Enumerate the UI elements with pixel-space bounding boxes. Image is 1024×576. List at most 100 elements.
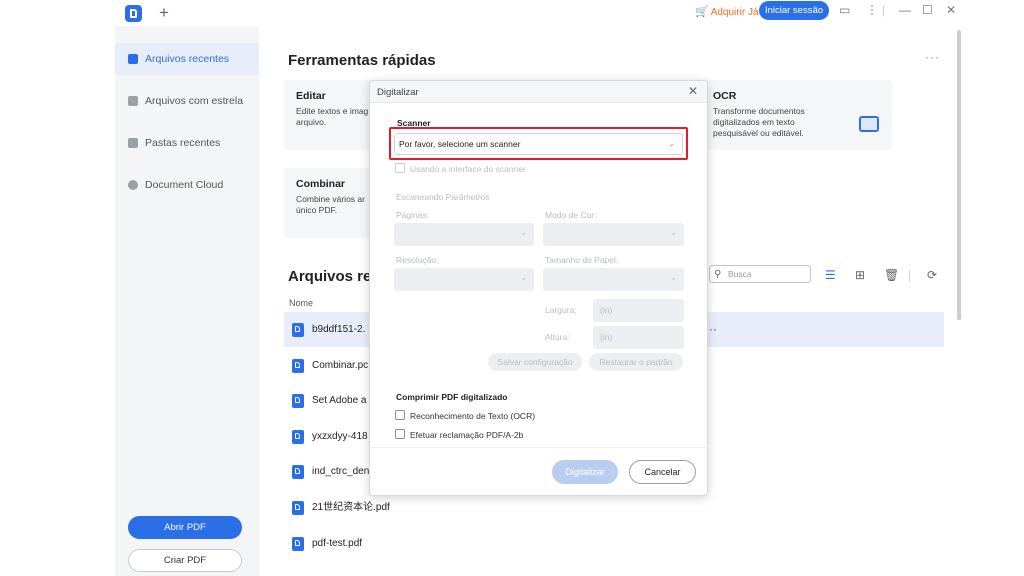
delete-icon[interactable]: 🗑 [884,268,899,282]
chat-icon[interactable]: ▭ [839,3,850,17]
tool-desc: Edite textos e imag arquivo. [296,106,369,127]
width-input[interactable]: (in) [593,299,684,322]
pdf-file-icon [292,501,304,515]
tool-card-combine[interactable]: Combinar Combine vários ar único PDF. [284,168,374,238]
login-button[interactable]: Iniciar sessão [759,1,829,20]
file-name: ind_ctrc_den [312,466,370,477]
titlebar-divider: | [882,3,886,17]
chevron-down-icon: ⌄ [520,273,527,282]
height-unit: (in) [600,332,613,342]
recent-files-title: Arquivos rec [288,268,380,285]
folder-icon [128,138,138,148]
app-logo-icon [125,5,142,22]
width-label: Largura: [545,305,577,315]
toolbar-divider: | [908,268,912,282]
pdf-file-icon [292,394,304,408]
grid-view-icon[interactable]: ⊞ [855,268,865,282]
tool-title: OCR [713,90,737,102]
cloud-icon [128,180,138,190]
search-placeholder: Busca [728,269,752,279]
pdf-file-icon [292,323,304,337]
cart-icon: 🛒 [695,6,709,18]
color-mode-label: Modo de Cor: [545,210,597,220]
file-name: Combinar.pc [312,360,369,371]
tool-desc: Combine vários ar único PDF. [296,194,365,215]
ocr-option-label: Reconhecimento de Texto (OCR) [410,411,536,421]
star-icon [128,96,138,106]
list-item[interactable]: pdf-test.pdf [292,534,362,554]
sidebar-item-starred[interactable]: Arquivos com estrela [115,85,259,117]
sidebar-item-label: Document Cloud [145,179,224,191]
open-pdf-button[interactable]: Abrir PDF [128,516,242,539]
file-name: b9ddf151-2. [312,324,366,335]
scanner-interface-label: Usando a interface do scanner [410,164,526,174]
pages-select[interactable]: ⌄ [394,223,534,246]
chevron-down-icon: ⌄ [670,273,677,282]
resolution-label: Resolução: [396,255,439,265]
sidebar-item-label: Pastas recentes [145,137,221,149]
title-bar: + 🛒 Adquirir Já Iniciar sessão ▭ ⋮ | — ☐ … [115,0,967,26]
pdf-file-icon [292,537,304,551]
sidebar-item-label: Arquivos recentes [145,53,230,65]
file-name: pdf-test.pdf [312,538,363,549]
chevron-down-icon: ⌄ [520,228,527,237]
maximize-icon[interactable]: ☐ [922,3,933,17]
sidebar-item-label: Arquivos com estrela [145,95,244,107]
dialog-divider [370,447,707,448]
sidebar-item-recent-files[interactable]: Arquivos recentes [115,43,259,75]
more-icon[interactable]: ⋮ [866,3,878,17]
scan-dialog: Digitalizar ✕ Scanner Por favor, selecio… [369,80,708,496]
scan-button[interactable]: Digitalizar [552,460,618,484]
quick-tools-title: Ferramentas rápidas [288,52,436,69]
paper-size-select[interactable]: ⌄ [543,268,684,291]
highlight-box [389,127,688,160]
save-config-button[interactable]: Salvar configuração [488,353,582,371]
create-pdf-button[interactable]: Criar PDF [128,549,242,572]
chevron-down-icon: ⌄ [670,228,677,237]
buy-link[interactable]: 🛒 Adquirir Já [695,5,759,18]
refresh-icon[interactable]: ⟳ [927,268,937,282]
main-scrollbar[interactable] [957,30,961,320]
scanner-interface-checkbox[interactable] [395,163,405,173]
sidebar-item-recent-folders[interactable]: Pastas recentes [115,127,259,159]
tool-title: Combinar [296,178,346,190]
list-item[interactable]: ind_ctrc_den [292,462,369,482]
dialog-header: Digitalizar ✕ [370,81,707,103]
new-tab-icon[interactable]: + [159,3,169,23]
list-view-icon[interactable]: ☰ [825,268,836,282]
search-icon: ⚲ [714,269,722,280]
sidebar: Arquivos recentes Arquivos com estrela P… [115,26,259,576]
tool-title: Editar [296,90,326,102]
resolution-select[interactable]: ⌄ [394,268,534,291]
pdfa-checkbox[interactable] [395,429,405,439]
buy-label: Adquirir Já [710,7,759,18]
ocr-checkbox[interactable] [395,410,405,420]
height-input[interactable]: (in) [593,326,684,349]
minimize-icon[interactable]: — [899,3,911,17]
sidebar-item-document-cloud[interactable]: Document Cloud [115,169,259,201]
ocr-icon [859,116,879,132]
list-item[interactable]: b9ddf151-2. [292,320,365,340]
color-mode-select[interactable]: ⌄ [543,223,684,246]
tool-card-edit[interactable]: Editar Edite textos e imag arquivo. [284,80,374,150]
column-header-name[interactable]: Nome [289,298,313,308]
file-name: 21世纪资本论.pdf [312,502,390,513]
list-item[interactable]: Combinar.pc [292,356,368,376]
params-label: Escaneando Parâmetros [396,192,490,202]
pdfa-option-label: Efetuar reclamação PDF/A-2b [410,430,524,440]
close-icon[interactable]: ✕ [946,3,956,17]
list-item[interactable]: Set Adobe a [292,391,367,411]
width-unit: (in) [600,305,613,315]
dialog-title: Digitalizar [377,87,419,98]
dialog-close-icon[interactable]: ✕ [688,84,698,98]
paper-size-label: Tamanho do Papel: [545,255,619,265]
list-item[interactable]: yxzxdyy-418 [292,427,368,447]
file-name: yxzxdyy-418 [312,431,368,442]
search-input[interactable]: ⚲ Busca [709,265,811,283]
list-item[interactable]: 21世纪资本论.pdf [292,498,390,518]
height-label: Altura: [545,332,570,342]
restore-default-button[interactable]: Restaurar o padrão [589,353,683,371]
more-options-icon[interactable]: ··· [925,50,940,64]
cancel-button[interactable]: Cancelar [629,460,696,484]
tool-desc: Transforme documentos digitalizados em t… [713,106,805,138]
